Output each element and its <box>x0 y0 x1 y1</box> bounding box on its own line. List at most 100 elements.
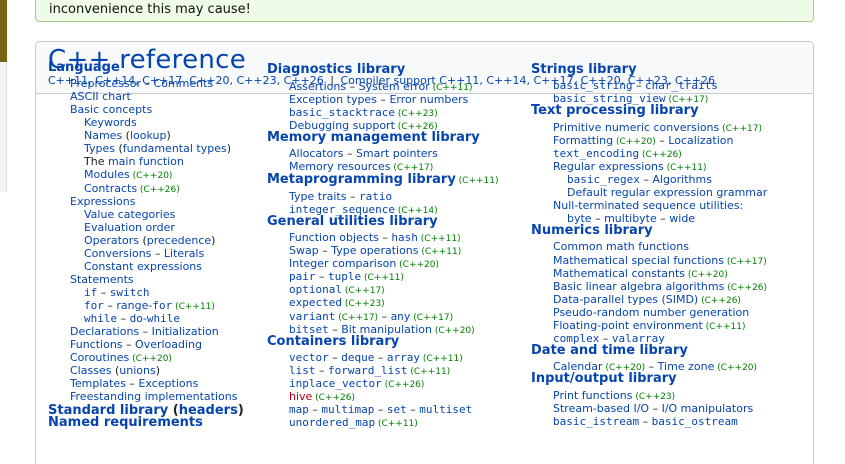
link-literals[interactable]: Literals <box>164 247 204 260</box>
link-ascii-chart[interactable]: ASCII chart <box>70 90 131 103</box>
link-algorithms[interactable]: Algorithms <box>652 173 712 186</box>
link-list[interactable]: list <box>289 364 316 377</box>
link-contracts[interactable]: Contracts <box>84 182 137 195</box>
link-regular-expressions[interactable]: Regular expressions <box>553 160 664 173</box>
link-modules[interactable]: Modules <box>84 168 130 181</box>
link-types[interactable]: Types <box>84 142 115 155</box>
link-type-traits[interactable]: Type traits <box>289 190 346 203</box>
link-initialization[interactable]: Initialization <box>152 325 219 338</box>
link-unions[interactable]: unions <box>119 364 155 377</box>
link-localization[interactable]: Localization <box>668 134 733 147</box>
link-preprocessor[interactable]: Preprocessor <box>70 77 141 90</box>
link-precedence[interactable]: precedence <box>147 234 211 247</box>
link-array[interactable]: array <box>387 351 420 364</box>
link-range[interactable]: range- <box>116 299 152 312</box>
link-basic-istream[interactable]: basic_istream <box>553 415 639 428</box>
link-expressions[interactable]: Expressions <box>70 195 135 208</box>
link-tuple[interactable]: tuple <box>328 270 361 283</box>
link-stream-based-i-o[interactable]: Stream-based I/O <box>553 402 649 415</box>
link-type-operations[interactable]: Type operations <box>331 244 418 257</box>
link-do[interactable]: do <box>130 312 143 325</box>
link-constant-expressions[interactable]: Constant expressions <box>84 260 202 273</box>
link-wide[interactable]: wide <box>669 212 695 225</box>
link-basic-string[interactable]: basic_string <box>553 79 632 92</box>
link-multiset[interactable]: multiset <box>419 403 472 416</box>
link-operators[interactable]: Operators <box>84 234 139 247</box>
link-mathematical-special-functions[interactable]: Mathematical special functions <box>553 254 724 267</box>
link-pair[interactable]: pair <box>289 270 316 283</box>
section-heading-language[interactable]: Language <box>48 60 120 75</box>
link-hash[interactable]: hash <box>391 231 418 244</box>
link-default-regular-expression-grammar[interactable]: Default regular expression grammar <box>567 186 767 199</box>
section-heading-containers-library[interactable]: Containers library <box>267 334 399 349</box>
link-lookup[interactable]: lookup <box>130 129 167 142</box>
link-allocators[interactable]: Allocators <box>289 147 343 160</box>
link-switch[interactable]: switch <box>110 286 150 299</box>
link-function-objects[interactable]: Function objects <box>289 231 379 244</box>
link-variant[interactable]: variant <box>289 310 335 323</box>
link-keywords[interactable]: Keywords <box>84 116 137 129</box>
link-mathematical-constants[interactable]: Mathematical constants <box>553 267 685 280</box>
link-map[interactable]: map <box>289 403 309 416</box>
link-primitive-numeric-conversions[interactable]: Primitive numeric conversions <box>553 121 719 134</box>
link-function[interactable]: function <box>135 155 184 168</box>
link-system-error[interactable]: System error <box>359 80 430 93</box>
link-names[interactable]: Names <box>84 129 122 142</box>
link-templates[interactable]: Templates <box>70 377 126 390</box>
link-comments[interactable]: Comments <box>154 77 214 90</box>
link-while[interactable]: while <box>84 312 117 325</box>
link-data-parallel-types-simd[interactable]: Data-parallel types (SIMD) <box>553 293 698 306</box>
link-assertions[interactable]: Assertions <box>289 80 346 93</box>
link-unordered-map[interactable]: unordered_map <box>289 416 375 429</box>
link-metaprogramming-library[interactable]: Metaprogramming library <box>267 172 456 187</box>
link-basic-ostream[interactable]: basic_ostream <box>652 415 738 428</box>
link-vector[interactable]: vector <box>289 351 329 364</box>
link-integer-comparison[interactable]: Integer comparison <box>289 257 396 270</box>
link-hive[interactable]: hive <box>289 390 312 403</box>
link-any[interactable]: any <box>391 310 411 323</box>
section-heading-strings-library[interactable]: Strings library <box>531 62 637 77</box>
link-pseudo-random-number-generation[interactable]: Pseudo-random number generation <box>553 306 749 319</box>
link-inplace-vector[interactable]: inplace_vector <box>289 377 382 390</box>
link-text-encoding[interactable]: text_encoding <box>553 147 639 160</box>
link-statements[interactable]: Statements <box>70 273 134 286</box>
link-while[interactable]: while <box>147 312 180 325</box>
link-formatting[interactable]: Formatting <box>553 134 613 147</box>
link-optional[interactable]: optional <box>289 283 342 296</box>
link-basic-concepts[interactable]: Basic concepts <box>70 103 152 116</box>
link-swap[interactable]: Swap <box>289 244 319 257</box>
link-i-o-manipulators[interactable]: I/O manipulators <box>662 402 754 415</box>
link-declarations[interactable]: Declarations <box>70 325 139 338</box>
section-heading-text-processing-library[interactable]: Text processing library <box>531 103 699 118</box>
section-heading-memory-management-library[interactable]: Memory management library <box>267 130 480 145</box>
link-main[interactable]: main <box>108 155 135 168</box>
link-value-categories[interactable]: Value categories <box>84 208 175 221</box>
section-heading-input-output-library[interactable]: Input/output library <box>531 371 677 386</box>
link-floating-point-environment[interactable]: Floating-point environment <box>553 319 703 332</box>
link-basic-stacktrace[interactable]: basic_stacktrace <box>289 106 395 119</box>
link-char-traits[interactable]: char_traits <box>645 79 718 92</box>
section-heading-date-and-time-library[interactable]: Date and time library <box>531 343 688 358</box>
link-set[interactable]: set <box>387 403 407 416</box>
link-smart-pointers[interactable]: Smart pointers <box>356 147 438 160</box>
link-evaluation-order[interactable]: Evaluation order <box>84 221 175 234</box>
link-exception-types[interactable]: Exception types <box>289 93 377 106</box>
section-heading-diagnostics-library[interactable]: Diagnostics library <box>267 62 405 77</box>
link-classes[interactable]: Classes <box>70 364 111 377</box>
link-expected[interactable]: expected <box>289 296 342 309</box>
link-null-terminated-sequence-utilities[interactable]: Null-terminated sequence utilities: <box>553 199 743 212</box>
link-functions[interactable]: Functions <box>70 338 123 351</box>
link-coroutines[interactable]: Coroutines <box>70 351 129 364</box>
link-basic-linear-algebra-algorithms[interactable]: Basic linear algebra algorithms <box>553 280 724 293</box>
link-fundamental-types[interactable]: fundamental types <box>123 142 227 155</box>
link-forward-list[interactable]: forward_list <box>328 364 407 377</box>
link-freestanding-implementations[interactable]: Freestanding implementations <box>70 390 237 403</box>
link-overloading[interactable]: Overloading <box>135 338 202 351</box>
link-deque[interactable]: deque <box>341 351 374 364</box>
link-basic-regex[interactable]: basic_regex <box>567 173 640 186</box>
link-for[interactable]: for <box>152 299 172 312</box>
section-heading-general-utilities-library[interactable]: General utilities library <box>267 214 438 229</box>
link-conversions[interactable]: Conversions <box>84 247 151 260</box>
link-for[interactable]: for <box>84 299 104 312</box>
link-exceptions[interactable]: Exceptions <box>138 377 198 390</box>
